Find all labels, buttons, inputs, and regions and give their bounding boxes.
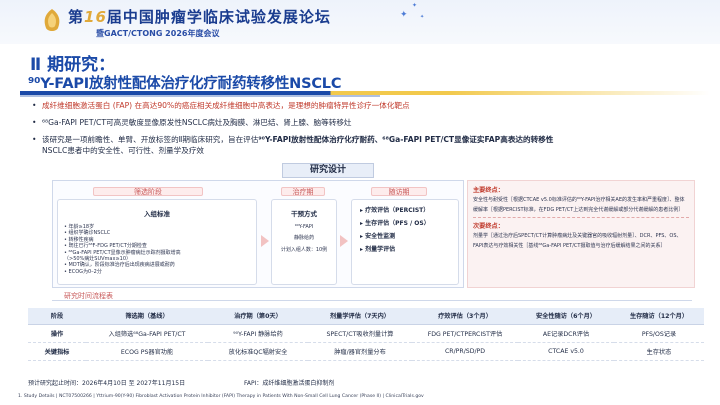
conference-logo-icon <box>44 9 60 31</box>
table-row: 关键指标 ECOG PS器官功能 放化标准QC辐射安全 肿瘤/器官剂量分布 CR… <box>28 342 704 361</box>
table-cell: 肿瘤/器官剂量分布 <box>308 342 412 361</box>
table-cell: CTCAE v5.0 <box>518 342 614 361</box>
table-cell: SPECT/CT吸收剂量计算 <box>308 324 412 343</box>
arrow-right-icon <box>261 235 269 247</box>
followup-box: ▸ 疗效评估（PERCIST） ▸ 生存评估（PFS / OS） ▸ 安全性监测… <box>351 199 459 285</box>
endpoint-divider <box>473 217 689 218</box>
inclusion-criteria-heading: 入组标准 <box>144 210 170 218</box>
table-header-row: 阶段 筛选期（基线） 治疗期（第0天） 剂量学评估（7天内） 疗效评估（3个月）… <box>28 308 704 325</box>
study-design-panel: 筛选阶段 入组标准 • 年龄≥18岁 • 组织学确诊NSCLC • 转移性疾病 … <box>52 180 464 288</box>
table-header: 安全性随访（6个月） <box>518 308 614 325</box>
sparkle-icon: ✦ <box>400 10 408 20</box>
bullet-pet: ⁶⁸Ga-FAPI PET/CT可高灵敏度显像原发性NSCLC病灶及胸膜、淋巴结… <box>32 117 702 128</box>
bullet-fap-text: 在高达90%的癌症相关成纤维细胞中高表达，是理想的肿瘤特异性诊疗一体化靶点 <box>132 101 410 110</box>
study-flow-table: 阶段 筛选期（基线） 治疗期（第0天） 剂量学评估（7天内） 疗效评估（3个月）… <box>28 308 704 361</box>
table-cell: ECOG PS器官功能 <box>86 342 208 361</box>
table-cell: CR/PR/SD/PD <box>412 342 518 361</box>
treatment-box: 干预方式 ⁹⁰Y-FAPI 静脉给药 计划入组人数：10例 <box>271 199 337 285</box>
table-header: 阶段 <box>28 308 86 325</box>
reference-footnote: 1. Study Details | NCT07500266 | Yttrium… <box>18 394 424 399</box>
followup-label: 随访期 <box>371 187 427 196</box>
conference-header: 第16届中国肿瘤学临床试验发展论坛 暨GACT/CTONG 2026年度会议 ✦… <box>0 0 720 44</box>
followup-item: ▸ 疗效评估（PERCIST） <box>360 207 430 214</box>
title-underline-shadow <box>20 95 380 97</box>
endpoints-panel: 主要终点： 安全性与耐受性［根据CTCAE v5.0标准评估的⁹⁰Y-FAPI治… <box>467 180 695 288</box>
intro-bullets: 成纤维细胞激活蛋白 (FAP) 在高达90%的癌症相关成纤维细胞中高表达，是理想… <box>32 100 702 162</box>
conference-subtitle: 暨GACT/CTONG 2026年度会议 <box>96 29 220 38</box>
bullet-study: 该研究是一项前瞻性、单臂、开放标签的Ⅱ期临床研究，旨在评估⁹⁰Y-FAPI放射性… <box>32 134 702 156</box>
table-header: 生存随访（12个月） <box>614 308 704 325</box>
design-title: 研究设计 <box>282 163 374 178</box>
treatment-drug: ⁹⁰Y-FAPI <box>294 224 314 230</box>
primary-endpoint-text: 安全性与耐受性［根据CTCAE v5.0标准评估的⁹⁰Y-FAPI治疗相关AE的… <box>473 197 685 213</box>
bullet-study-bold: ⁹⁰Y-FAPI放射性配体治疗化疗耐药、⁶⁸Ga-FAPI PET/CT显像证实… <box>258 135 554 144</box>
secondary-endpoint-heading: 次要终点： <box>473 223 504 230</box>
table-header: 疗效评估（3个月） <box>412 308 518 325</box>
bullet-fap: 成纤维细胞激活蛋白 (FAP) 在高达90%的癌症相关成纤维细胞中高表达，是理想… <box>32 100 702 111</box>
bullet-study-text-b: NSCLC患者中的安全性、可行性、剂量学及疗效 <box>42 146 205 155</box>
main-title: ⁹⁰Y-FAPI放射性配体治疗化疗耐药转移性NSCLC <box>28 76 342 92</box>
table-cell: 生存状态 <box>614 342 704 361</box>
treatment-plan: 计划入组人数：10例 <box>280 247 328 253</box>
intervention-heading: 干预方式 <box>291 210 317 218</box>
sparkle-icon: ✦ <box>412 2 418 9</box>
table-header: 剂量学评估（7天内） <box>308 308 412 325</box>
table-cell: 入组筛选⁶⁸Ga-FAPI PET/CT <box>86 324 208 343</box>
conference-title: 第16届中国肿瘤学临床试验发展论坛 <box>68 8 331 26</box>
bullet-fap-highlight: 成纤维细胞激活蛋白 (FAP) <box>42 101 133 110</box>
table-cell: PFS/OS记录 <box>614 324 704 343</box>
sparkle-icon: ✦ <box>420 14 425 20</box>
table-cell: AE记录DCR评估 <box>518 324 614 343</box>
table-cell: FDG PET/CTPERCIST评估 <box>412 324 518 343</box>
followup-item: ▸ 安全性监测 <box>360 233 396 240</box>
fapi-abbreviation-note: FAPI：成纤维细胞激活蛋白抑制剂 <box>244 380 335 387</box>
screening-label: 筛选阶段 <box>93 187 203 196</box>
criteria-item: • ECOG为0–2分 <box>64 268 102 275</box>
table-row: 操作 入组筛选⁶⁸Ga-FAPI PET/CT ⁹⁰Y-FAPI 静脉给药 SP… <box>28 324 704 343</box>
table-row-head: 操作 <box>28 324 86 343</box>
table-cell: ⁹⁰Y-FAPI 静脉给药 <box>208 324 308 343</box>
secondary-endpoint-text: 剂量学［通过治疗后SPECT/CT计算肿瘤病灶及关键器官的吸收辐射剂量］、DCR… <box>473 233 682 249</box>
inclusion-criteria-list: • 年龄≥18岁 • 组织学确诊NSCLC • 转移性疾病 • 既往已行⁶⁸F-… <box>58 224 256 275</box>
table-header: 筛选期（基线） <box>86 308 208 325</box>
screening-box: 入组标准 • 年龄≥18岁 • 组织学确诊NSCLC • 转移性疾病 • 既往已… <box>57 199 257 285</box>
study-period: 预计研究起止时间：2026年4月10日 至 2027年11月15日 <box>28 380 186 387</box>
followup-list: ▸ 疗效评估（PERCIST） ▸ 生存评估（PFS / OS） ▸ 安全性监测… <box>352 204 458 256</box>
followup-item: ▸ 生存评估（PFS / OS） <box>360 220 430 227</box>
bullet-study-text-a: 该研究是一项前瞻性、单臂、开放标签的Ⅱ期临床研究，旨在评估 <box>42 135 259 144</box>
arrow-right-icon <box>340 235 348 247</box>
primary-endpoint-heading: 主要终点： <box>473 187 504 194</box>
flow-label-divider <box>52 300 692 301</box>
followup-item: ▸ 剂量学评估 <box>360 246 396 253</box>
table-row-head: 关键指标 <box>28 342 86 361</box>
table-header: 治疗期（第0天） <box>208 308 308 325</box>
treatment-label: 治疗期 <box>281 187 325 196</box>
treatment-route: 静脉给药 <box>293 234 314 241</box>
table-cell: 放化标准QC辐射安全 <box>208 342 308 361</box>
